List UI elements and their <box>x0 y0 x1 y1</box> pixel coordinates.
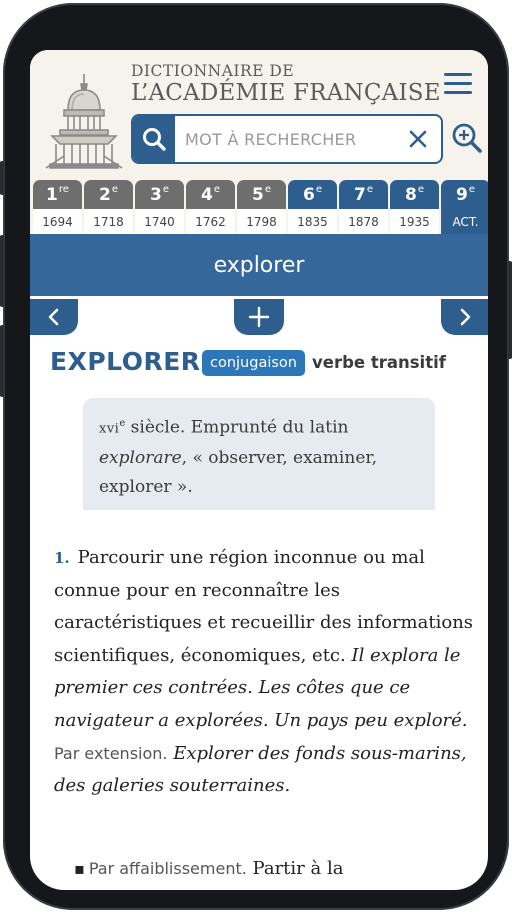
edition-year: 1935 <box>390 209 439 234</box>
edition-number: 4 <box>201 184 213 205</box>
subsense-text: Partir à la <box>252 858 344 879</box>
edition-suffix: e <box>468 184 475 195</box>
entry-headword: EXPLORER <box>50 347 201 376</box>
tab-edition-3[interactable]: 3e 1740 <box>135 180 184 234</box>
edition-year: 1718 <box>84 209 133 234</box>
edition-year: ACT. <box>441 209 488 234</box>
definition-number: 1. <box>54 549 70 567</box>
tab-edition-7[interactable]: 7e 1878 <box>339 180 388 234</box>
etymology-box: xvie siècle. Emprunté du latin explorare… <box>83 398 435 510</box>
chevron-right-icon <box>460 308 470 326</box>
tab-edition-1[interactable]: 1 re 1694 <box>33 180 82 234</box>
expand-button[interactable] <box>234 299 284 335</box>
edition-suffix: e <box>264 184 271 195</box>
site-header: DICTIONNAIRE DE L’ACADÉMIE FRANÇAISE <box>30 50 488 180</box>
tab-edition-8[interactable]: 8e 1935 <box>390 180 439 234</box>
phone-volume-down <box>0 325 4 397</box>
edition-suffix: e <box>213 184 220 195</box>
clear-search-button[interactable] <box>404 125 432 153</box>
edition-number: 7 <box>354 184 366 205</box>
brand-title-line1: DICTIONNAIRE DE <box>131 62 295 80</box>
edition-suffix: e <box>162 184 169 195</box>
edition-suffix: e <box>366 184 373 195</box>
subsense-1: ▪ Par affaiblissement. Partir à la <box>74 853 474 885</box>
phone-frame: DICTIONNAIRE DE L’ACADÉMIE FRANÇAISE MOT… <box>0 3 512 910</box>
search-icon <box>143 128 166 151</box>
chevron-left-icon <box>48 308 59 326</box>
search-box <box>131 114 443 164</box>
search-button[interactable] <box>133 116 175 162</box>
grammatical-category: verbe transitif <box>312 353 446 372</box>
edition-suffix: e <box>417 184 424 195</box>
edition-year: 1762 <box>186 209 235 234</box>
edition-year: 1740 <box>135 209 184 234</box>
close-icon <box>409 130 427 148</box>
edition-year: 1878 <box>339 209 388 234</box>
search-input[interactable] <box>185 128 400 150</box>
hamburger-menu-icon[interactable] <box>444 73 472 97</box>
edition-year: 1835 <box>288 209 337 234</box>
edition-tabs: 1 re 1694 2e 1718 3e 1740 4e 1762 5e 1798… <box>30 180 488 234</box>
edition-number: 6 <box>303 184 315 205</box>
zoom-in-icon[interactable] <box>451 122 483 154</box>
edition-suffix: e <box>315 184 322 195</box>
tab-edition-2[interactable]: 2e 1718 <box>84 180 133 234</box>
phone-side-button <box>0 161 4 195</box>
phone-volume-up <box>0 235 4 307</box>
edition-number: 5 <box>252 184 264 205</box>
usage-label: Par extension. <box>54 743 168 763</box>
edition-suffix: e <box>111 184 118 195</box>
edition-number: 8 <box>405 184 417 205</box>
tab-edition-9[interactable]: 9e ACT. <box>441 180 488 234</box>
academie-dome-logo[interactable] <box>44 72 124 172</box>
plus-icon <box>248 306 270 328</box>
brand-title-line2: L’ACADÉMIE FRANÇAISE <box>131 80 441 106</box>
etymology-latin: explorare <box>99 448 182 469</box>
tab-edition-6[interactable]: 6e 1835 <box>288 180 337 234</box>
etymology-century: xvi <box>99 421 120 437</box>
edition-number: 9 <box>456 184 468 205</box>
next-word-button[interactable] <box>441 299 488 335</box>
edition-year: 1694 <box>33 209 82 234</box>
phone-power-button <box>508 261 512 359</box>
edition-year: 1798 <box>237 209 286 234</box>
edition-number: 3 <box>150 184 162 205</box>
usage-label: Par affaiblissement. <box>88 859 247 878</box>
etymology-text: siècle. Emprunté du latin <box>125 417 349 438</box>
app-screen: DICTIONNAIRE DE L’ACADÉMIE FRANÇAISE MOT… <box>30 50 488 890</box>
tab-edition-5[interactable]: 5e 1798 <box>237 180 286 234</box>
conjugation-button[interactable]: conjugaison <box>202 350 305 376</box>
bullet-icon: ▪ <box>74 859 85 878</box>
definition-1: 1. Parcourir une région inconnue ou mal c… <box>54 542 478 803</box>
edition-suffix: re <box>58 184 69 195</box>
tab-edition-4[interactable]: 4e 1762 <box>186 180 235 234</box>
edition-number: 2 <box>99 184 111 205</box>
word-title-band: explorer <box>30 234 488 296</box>
previous-word-button[interactable] <box>30 299 78 335</box>
edition-number: 1 <box>46 184 58 205</box>
